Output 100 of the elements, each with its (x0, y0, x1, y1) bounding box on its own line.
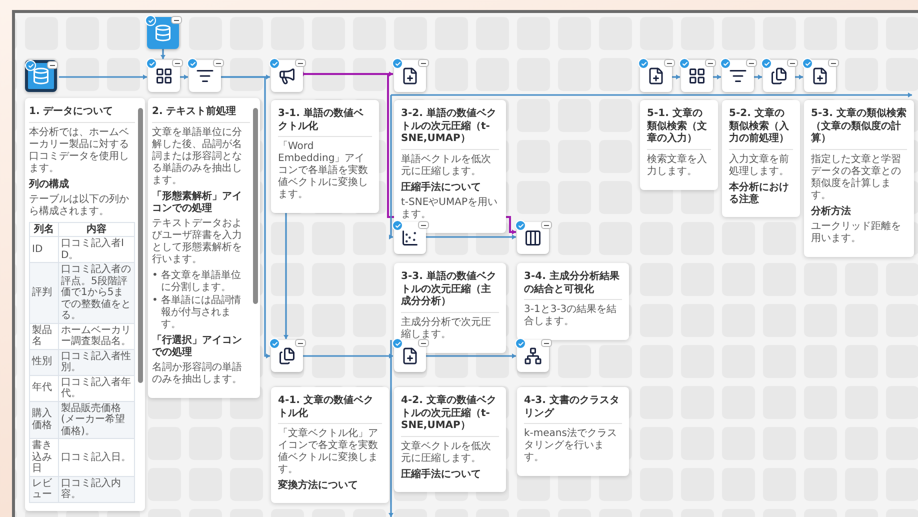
bullet-marker: • (152, 294, 158, 306)
card-title: 3-1. 単語の数値ベクトル化 (278, 108, 372, 137)
bullet-marker: • (152, 270, 158, 282)
card-heading: 列の構成 (29, 178, 70, 190)
workflow-node[interactable] (517, 222, 549, 254)
table-cell: 口コミ記入者ID。 (58, 236, 134, 262)
workflow-node[interactable] (147, 17, 179, 49)
card-title: 3-3. 単語の数値ベクトルの次元圧縮（主成分分析） (401, 271, 499, 312)
more-icon[interactable] (213, 59, 224, 67)
card-text: t-SNEやUMAPを用います。 (401, 196, 498, 220)
card-text: 名詞か形容詞の単語のみを抽出します。 (152, 362, 243, 386)
bullet-text: 各文章を単語単位に分割します。 (160, 270, 242, 294)
card-text: テキストデータおよびユーザ辞書を入力として形態素解析を行います。 (152, 218, 243, 266)
workflow-node[interactable] (394, 340, 426, 372)
grid-icon (688, 67, 706, 85)
table-cell: レビュー (30, 476, 58, 502)
files-icon (770, 67, 788, 85)
more-icon[interactable] (418, 339, 429, 347)
card-text: 指定した文章と学習データの各文章との類似度を計算します。 (811, 154, 902, 202)
card-text: 単語ベクトルを低次元に圧縮します。 (401, 154, 492, 178)
card-text: 文章を単語単位に分解した後、品詞が名詞または形容詞となる単語のみを抽出します。 (152, 126, 243, 186)
card-text: 3-1と3-3の結果を結合します。 (524, 304, 618, 328)
workflow-node[interactable] (763, 60, 795, 92)
scrollbar-thumb[interactable] (138, 108, 143, 383)
card-title: 5-2. 文章の類似検索（入力の前処理） (729, 108, 793, 150)
table-cell: 書き込み日 (30, 438, 58, 476)
columns-icon (524, 229, 542, 247)
card-title: 5-3. 文章の類似検索（文章の類似度の計算） (811, 108, 907, 150)
workflow-node[interactable] (804, 60, 836, 92)
table-cell: 口コミ記入内容。 (58, 476, 134, 502)
more-icon[interactable] (541, 221, 552, 229)
database-icon (32, 67, 50, 85)
file-plus-icon (647, 67, 665, 85)
more-icon[interactable] (418, 59, 429, 67)
more-icon[interactable] (418, 221, 429, 229)
file-plus-icon (401, 67, 419, 85)
more-icon[interactable] (664, 59, 675, 67)
more-icon[interactable] (295, 59, 306, 67)
card-text: ユークリッド距離を用います。 (811, 220, 902, 244)
more-icon[interactable] (172, 59, 183, 67)
card-title: 1. データについて (29, 106, 135, 122)
table-cell: 評判 (30, 262, 58, 323)
workflow-node[interactable] (722, 60, 754, 92)
workflow-node[interactable] (271, 340, 303, 372)
workflow-node[interactable] (394, 60, 426, 92)
card-heading: 「形態素解析」アイコンでの処理 (152, 190, 243, 214)
workflow-node[interactable] (189, 60, 221, 92)
table-cell: 年代 (30, 375, 58, 401)
card-text: 「文章ベクトル化」アイコンで各文章を実数値ベクトルに変換します。 (278, 428, 379, 476)
table-cell: 性別 (30, 349, 58, 375)
grid-icon (155, 67, 173, 85)
card-heading: 分析方法 (811, 206, 852, 218)
workflow-node[interactable] (681, 60, 713, 92)
files-icon (278, 347, 296, 365)
workflow-node[interactable] (517, 340, 549, 372)
table-cell: 口コミ記入日。 (58, 438, 134, 476)
filter-icon (196, 67, 214, 85)
card-text: 主成分分析で次元圧縮します。 (401, 316, 492, 340)
card-heading: 圧縮手法について (401, 468, 482, 480)
scatter-chart-icon (401, 229, 419, 247)
scrollbar-thumb[interactable] (253, 108, 258, 304)
card-title: 2. テキスト前処理 (152, 106, 250, 122)
more-icon[interactable] (171, 16, 182, 24)
more-icon[interactable] (541, 339, 552, 347)
workflow-node[interactable] (640, 60, 672, 92)
more-icon[interactable] (746, 59, 757, 67)
card-text: 入力文章を前処理します。 (729, 154, 790, 178)
network-icon (524, 347, 542, 365)
card-heading: 変換方法について (278, 480, 359, 492)
more-icon[interactable] (295, 339, 306, 347)
card-text: 検索文章を入力します。 (647, 154, 708, 178)
more-icon[interactable] (828, 59, 839, 67)
card-title: 4-3. 文書のクラスタリング (524, 395, 622, 424)
table-cell: 口コミ記入者年代。 (58, 375, 134, 401)
card-text: k-means法でクラスタリングを行います。 (524, 428, 618, 464)
table-cell: ホームベーカリー調査製品名。 (58, 323, 134, 349)
card-title: 4-1. 文章の数値ベクトル化 (278, 395, 382, 424)
more-icon[interactable] (705, 59, 716, 67)
workflow-node[interactable] (394, 222, 426, 254)
table-header: 列名 (30, 222, 58, 236)
workflow-node[interactable] (271, 60, 303, 92)
card-heading: 本分析における注意 (729, 182, 790, 206)
workflow-node[interactable] (148, 60, 180, 92)
table-cell: 製品販売価格(メーカー希望価格)。 (58, 401, 134, 438)
bullet-text: 各単語には品詞情報が付与されます。 (160, 294, 242, 330)
table-cell: 製品名 (30, 323, 58, 349)
card-title: 5-1. 文章の類似検索（文章の入力） (647, 108, 711, 150)
workflow-node[interactable] (25, 60, 57, 92)
card-text: 本分析では、ホームベーカリー製品に対する口コミデータを使用します。 (29, 126, 130, 174)
table-cell: 購入価格 (30, 401, 58, 438)
card-text: テーブルは以下の列から構成されます。 (29, 194, 130, 218)
card-title: 4-2. 文章の数値ベクトルの次元圧縮（t-SNE,UMAP） (401, 395, 499, 436)
table-cell: 口コミ記入者の評点。5段階評価で1から5までの整数値をとる。 (58, 262, 134, 323)
table-cell: ID (30, 236, 58, 262)
card-text: 文章ベクトルを低次元に圧縮します。 (401, 440, 492, 464)
card-text: 「Word Embedding」アイコンで各単語を実数値ベクトルに変換します。 (278, 141, 369, 201)
more-icon[interactable] (47, 61, 58, 69)
card-heading: 「行選択」アイコンでの処理 (152, 334, 243, 358)
more-icon[interactable] (787, 59, 798, 67)
megaphone-icon (278, 67, 296, 85)
